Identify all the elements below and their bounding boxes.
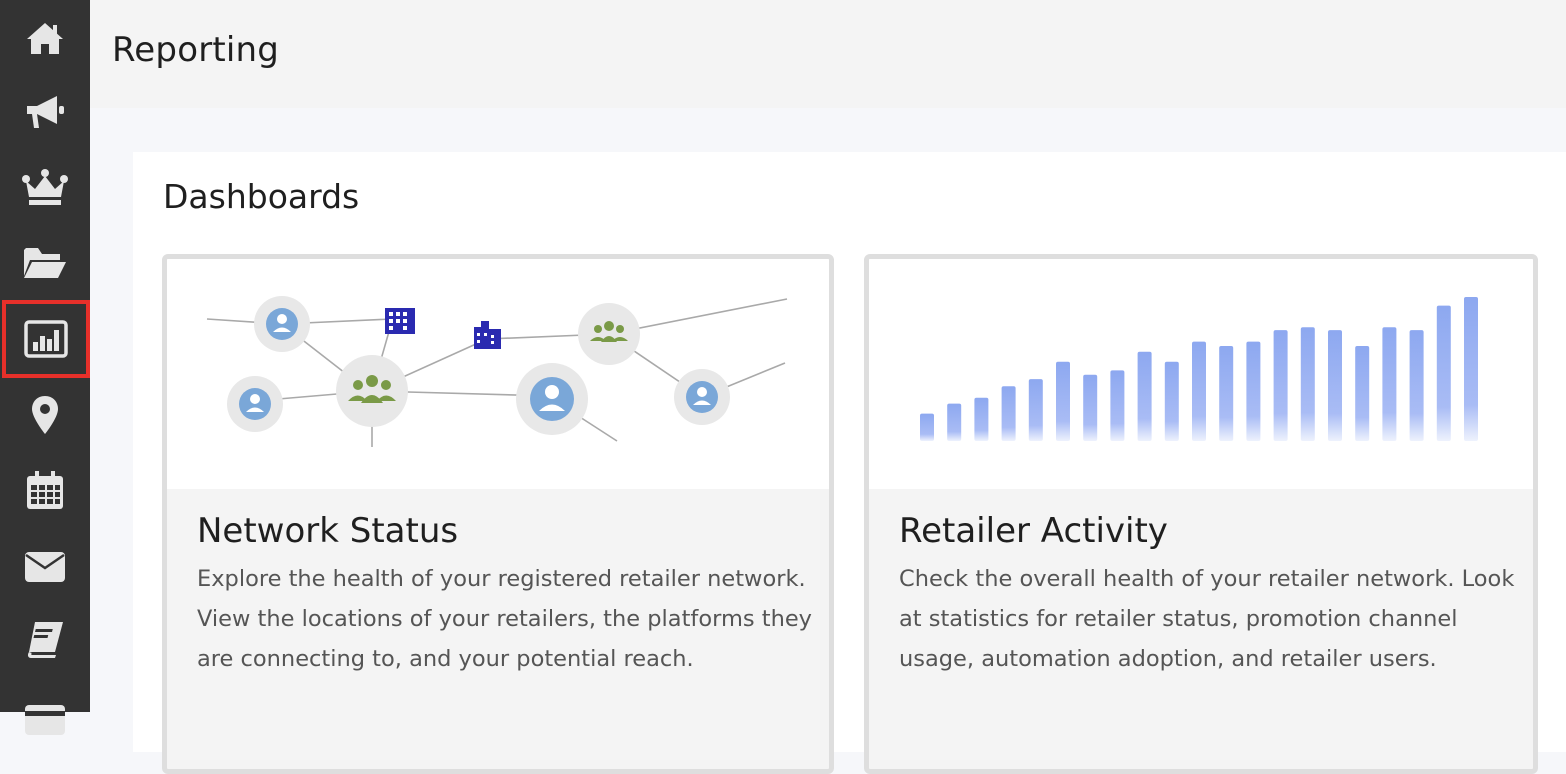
sidebar-item-reporting[interactable] — [2, 300, 90, 378]
calendar-icon — [27, 471, 63, 509]
card-description: Explore the health of your registered re… — [197, 566, 812, 672]
crown-icon — [22, 169, 68, 205]
page-title: Reporting — [112, 30, 280, 70]
activity-bar — [1355, 346, 1370, 441]
activity-bar — [1246, 341, 1261, 441]
bar-chart-icon — [24, 320, 68, 358]
user-node-icon — [227, 376, 283, 432]
user-node-icon — [516, 363, 588, 435]
network-illustration — [167, 259, 829, 489]
bar-chart-illustration — [869, 259, 1533, 489]
folder-open-icon — [24, 248, 66, 278]
network-graph-image — [206, 296, 788, 447]
user-node-icon — [674, 369, 730, 425]
activity-bar — [1028, 379, 1043, 441]
activity-bar — [1273, 330, 1288, 441]
activity-bar — [1056, 361, 1070, 441]
sidebar-item-messages[interactable] — [0, 537, 90, 597]
megaphone-icon — [27, 96, 64, 128]
activity-bar — [1219, 346, 1234, 441]
bar-chart-image — [920, 297, 1478, 441]
sidebar-item-billing[interactable] — [0, 690, 90, 750]
card-title: Network Status — [197, 511, 459, 551]
sidebar-item-calendar[interactable] — [0, 460, 90, 520]
sidebar — [0, 0, 90, 735]
activity-bar — [1137, 351, 1152, 441]
envelope-icon — [25, 552, 65, 582]
activity-bar — [1300, 327, 1315, 441]
group-node-icon — [578, 303, 640, 365]
activity-bar — [1328, 330, 1342, 441]
dashboards-panel: Dashboards Network Status Explore the he… — [133, 152, 1566, 774]
map-pin-icon — [32, 396, 58, 434]
activity-bar — [1409, 330, 1424, 441]
activity-bar — [1164, 361, 1179, 441]
activity-bar — [1001, 386, 1016, 441]
user-node-icon — [254, 296, 310, 352]
card-description: Check the overall health of your retaile… — [899, 566, 1515, 672]
sidebar-item-loyalty[interactable] — [0, 157, 90, 217]
home-icon — [27, 23, 63, 54]
activity-bar — [1083, 374, 1098, 441]
activity-bar — [1382, 327, 1397, 441]
building-icon — [385, 308, 415, 334]
page-header: Reporting — [90, 0, 1566, 108]
activity-bar — [1110, 370, 1125, 441]
card-title: Retailer Activity — [899, 511, 1168, 551]
dashboard-card-network-status[interactable]: Network Status Explore the health of you… — [162, 254, 834, 774]
sidebar-item-library[interactable] — [0, 610, 90, 670]
activity-bar — [974, 397, 989, 441]
group-node-icon — [336, 355, 408, 427]
activity-bar — [1436, 305, 1451, 441]
activity-bar — [947, 403, 962, 441]
section-title: Dashboards — [163, 177, 360, 216]
activity-bar — [1192, 341, 1206, 441]
activity-bar — [920, 413, 934, 441]
activity-bar — [1464, 297, 1478, 441]
sidebar-item-locations[interactable] — [0, 385, 90, 445]
building-icon — [474, 321, 501, 349]
credit-card-icon — [25, 705, 65, 735]
book-icon — [27, 622, 63, 658]
sidebar-item-files[interactable] — [0, 232, 90, 292]
sidebar-item-campaigns[interactable] — [0, 82, 90, 142]
dashboard-card-retailer-activity[interactable]: Retailer Activity Check the overall heal… — [864, 254, 1538, 774]
sidebar-item-home[interactable] — [0, 8, 90, 68]
